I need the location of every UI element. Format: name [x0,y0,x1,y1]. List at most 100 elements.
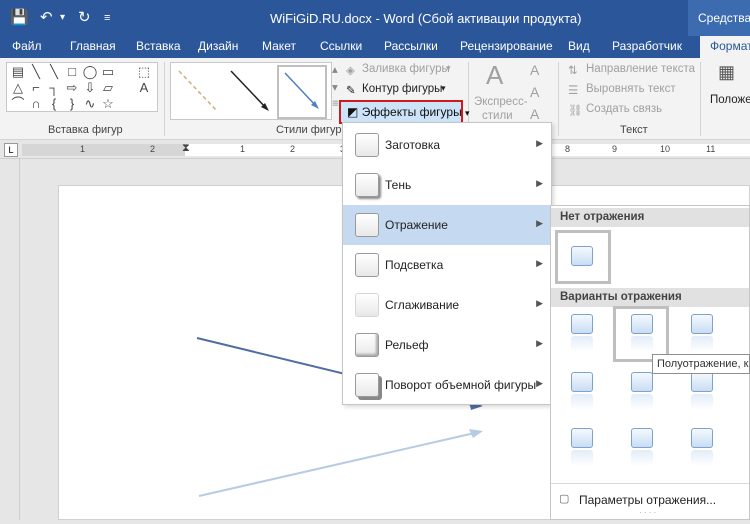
oval-shape-icon[interactable]: ◯ [81,64,99,80]
ruler-number: 2 [290,144,296,154]
rounded-rect-shape-icon[interactable]: ▭ [99,64,117,80]
rectangle-shape-icon[interactable]: □ [63,64,81,80]
menu-item-bevel[interactable]: Рельеф ▶ [343,325,551,365]
style-black-arrow[interactable] [225,65,275,119]
star-shape-icon[interactable]: ☆ [99,96,117,112]
tab-view[interactable]: Вид [568,39,590,53]
line-shape-icon[interactable]: ╲ [27,64,45,80]
text-group-label: Текст [620,124,648,136]
text-box-insert-icon[interactable]: A [135,80,153,96]
styles-scroll-up-icon[interactable]: ▴ [332,62,338,76]
style-dashed-line[interactable] [173,65,223,119]
shape-outline-icon[interactable]: ✎ [346,83,356,97]
soft-edges-icon [355,293,379,317]
tab-review[interactable]: Рецензирование [460,39,553,53]
wave-shape-icon[interactable]: ∿ [81,96,99,112]
text-direction-button[interactable]: Направление текста [586,63,695,75]
connector-shape-icon[interactable]: ┐ [45,80,63,96]
express-styles-label-2[interactable]: стили [482,110,513,122]
reflection-variant[interactable] [691,314,713,354]
tab-format[interactable]: Формат [700,36,750,58]
reflection-variant[interactable] [691,428,713,468]
bracket-shape-icon[interactable]: } [63,96,81,112]
shape-effects-button[interactable]: ◩ Эффекты фигуры ▾ [339,100,470,124]
undo-dropdown-icon[interactable]: ▾ [60,12,65,23]
reflection-variant[interactable] [631,372,653,412]
right-arrow-shape-icon[interactable]: ⇨ [63,80,81,96]
text-box-shape-icon[interactable]: ▤ [9,64,27,80]
shape-fill-dropdown-icon[interactable]: ▾ [446,63,451,74]
glow-icon [355,253,379,277]
tab-insert[interactable]: Вставка [136,39,181,53]
tab-references[interactable]: Ссылки [320,39,362,53]
shape-outline-button[interactable]: Контур фигуры [362,83,442,95]
save-icon[interactable]: 💾 [10,8,29,26]
text-direction-icon[interactable]: ⇅ [568,63,578,77]
reflection-variant[interactable] [631,428,653,468]
ruler-number: 10 [660,144,671,154]
align-text-icon[interactable]: ☰ [568,83,578,97]
reflection-options-item[interactable]: ▢ Параметры отражения... · · · · [551,483,749,520]
reflection-variant[interactable] [631,314,653,354]
shapes-gallery[interactable]: ▤ ╲ ╲ □ ◯ ▭ △ ⌐ ┐ ⇨ ⇩ ▱ ⌒ ∩ { } ∿ ☆ ⬚ A [6,62,158,112]
reflection-variant[interactable] [571,372,593,412]
shape-styles-gallery[interactable] [170,62,332,120]
down-arrow-shape-icon[interactable]: ⇩ [81,80,99,96]
reflection-variant[interactable] [691,372,713,412]
menu-item-preset[interactable]: Заготовка ▶ [343,125,551,165]
elbow-connector-shape-icon[interactable]: ⌐ [27,80,45,96]
undo-icon[interactable]: ↶ [40,8,53,26]
redo-icon[interactable]: ↻ [78,8,91,26]
submenu-arrow-icon: ▶ [536,138,543,148]
edit-shape-icon[interactable]: ⬚ [135,64,153,80]
indent-marker-icon[interactable]: ⧗ [182,142,190,155]
menu-item-3d-rotation[interactable]: Поворот объемной фигуры ▶ [343,365,551,405]
tab-design[interactable]: Дизайн [198,39,238,53]
flowchart-shape-icon[interactable]: ▱ [99,80,117,96]
shape-styles-group-label: Стили фигур [276,124,342,136]
triangle-shape-icon[interactable]: △ [9,80,27,96]
styles-scroll-down-icon[interactable]: ▾ [332,80,338,94]
ruler-number: 1 [240,144,246,154]
style-blue-arrow-selected[interactable] [277,65,327,119]
arc-shape-icon[interactable]: ⌒ [9,96,27,112]
position-icon[interactable]: ▦ [718,62,735,83]
reflection-variant[interactable] [571,314,593,354]
shape-fill-icon[interactable]: ◈ [346,63,355,77]
position-button[interactable]: Положе [710,94,750,106]
menu-item-soft-edges[interactable]: Сглаживание ▶ [343,285,551,325]
tab-file[interactable]: Файл [12,39,42,53]
menu-item-shadow[interactable]: Тень ▶ [343,165,551,205]
menu-item-label: Отражение [385,218,448,232]
tab-developer[interactable]: Разработчик [612,39,682,53]
line-shape-2-icon[interactable]: ╲ [45,64,63,80]
arrow-reflection [198,431,480,497]
styles-more-icon[interactable]: ≡ [332,98,339,110]
express-styles-icon[interactable]: A [486,60,503,91]
express-styles-label-1[interactable]: Экспресс- [474,96,528,108]
text-effects-icon[interactable]: A [530,106,539,122]
vertical-ruler[interactable] [0,159,20,520]
reflection-variant[interactable] [571,428,593,468]
submenu-arrow-icon: ▶ [536,178,543,188]
customize-toolbar-icon[interactable]: ≡ [104,12,110,24]
text-fill-icon[interactable]: A [530,62,539,78]
tab-home[interactable]: Главная [70,39,116,53]
menu-item-glow[interactable]: Подсветка ▶ [343,245,551,285]
tab-layout[interactable]: Макет [262,39,296,53]
no-reflection-preview [571,246,593,286]
shape-outline-dropdown-icon[interactable]: ▾ [441,83,446,94]
brace-shape-icon[interactable]: { [45,96,63,112]
curve-shape-icon[interactable]: ∩ [27,96,45,112]
shape-effects-icon: ◩ [347,105,359,119]
align-text-button[interactable]: Выровнять текст [586,83,676,95]
tab-selector-icon[interactable]: L [4,143,18,157]
create-link-button[interactable]: Создать связь [586,103,662,115]
shape-fill-button[interactable]: Заливка фигуры [362,63,450,75]
resize-grip-icon[interactable]: · · · · [639,508,656,517]
text-outline-icon[interactable]: A [530,84,539,100]
menu-item-label: Сглаживание [385,298,460,312]
create-link-icon[interactable]: ⛓ [568,103,583,117]
menu-item-reflection[interactable]: Отражение ▶ [343,205,551,245]
tab-mailings[interactable]: Рассылки [384,39,438,53]
